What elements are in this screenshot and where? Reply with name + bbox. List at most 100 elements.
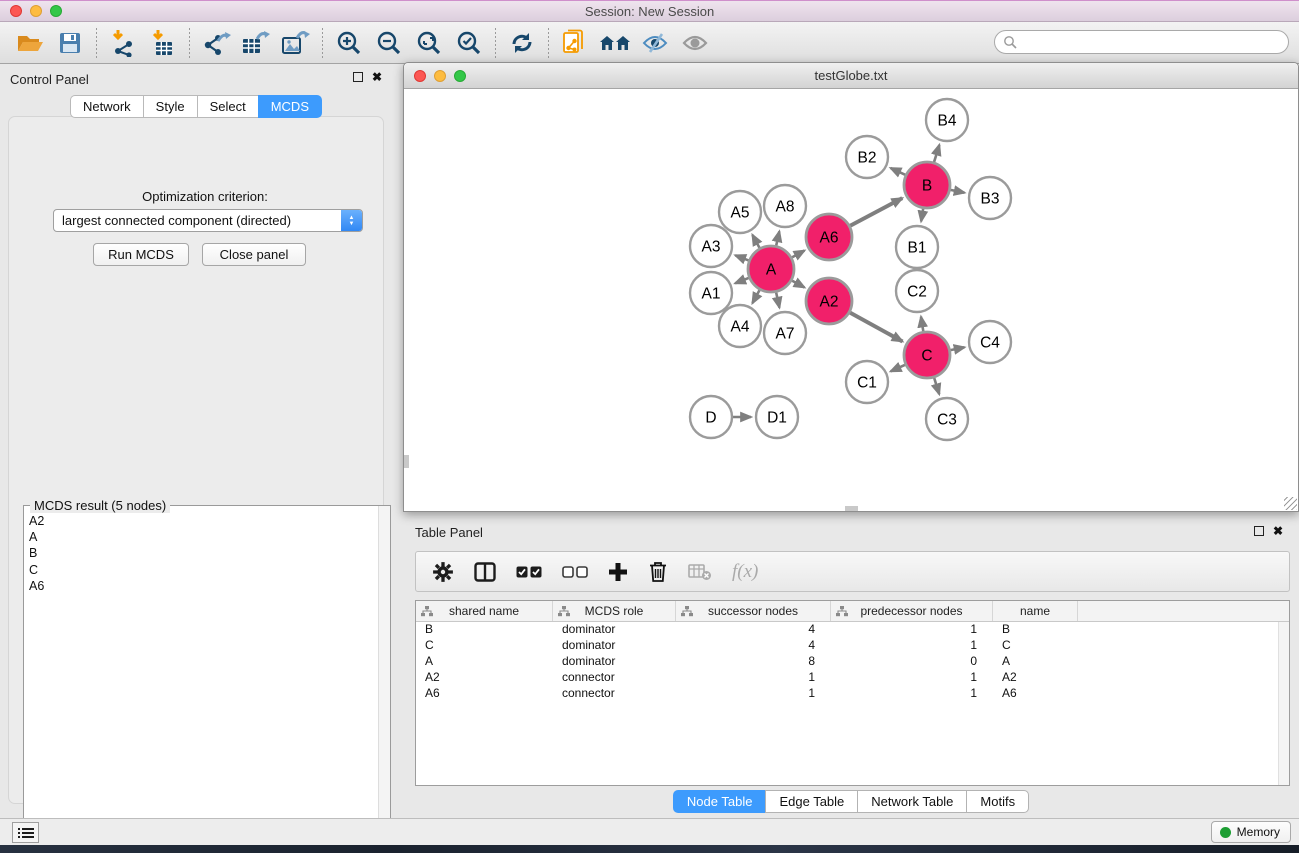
network-minimize-button[interactable]: [434, 70, 446, 82]
add-column-icon: [608, 562, 628, 582]
node-B[interactable]: B: [904, 162, 950, 208]
svg-text:A2: A2: [820, 294, 839, 311]
memory-button[interactable]: Memory: [1211, 821, 1291, 843]
zoom-out-button[interactable]: [369, 26, 409, 60]
zoom-in-button[interactable]: [329, 26, 369, 60]
table-row[interactable]: A2connector11A2: [416, 670, 1289, 686]
table-scrollbar[interactable]: [1278, 622, 1289, 785]
unselect-all-button[interactable]: [562, 557, 588, 587]
zoom-fit-button[interactable]: [409, 26, 449, 60]
tab-network[interactable]: Network: [70, 95, 143, 118]
zoom-selected-button[interactable]: [449, 26, 489, 60]
close-panel-icon[interactable]: ✖: [372, 72, 382, 82]
desktop-background: [0, 845, 1299, 853]
node-B1[interactable]: B1: [896, 226, 938, 268]
column-header-mcds-role[interactable]: MCDS role: [553, 601, 676, 621]
search-field[interactable]: [994, 30, 1289, 54]
criterion-dropdown[interactable]: largest connected component (directed) ▲…: [53, 209, 363, 232]
zoom-window-button[interactable]: [50, 5, 62, 17]
tab-motifs[interactable]: Motifs: [966, 790, 1029, 813]
table-row[interactable]: Bdominator41B: [416, 622, 1289, 638]
node-C3[interactable]: C3: [926, 398, 968, 440]
result-item: C: [29, 562, 378, 578]
node-D1[interactable]: D1: [756, 396, 798, 438]
node-C2[interactable]: C2: [896, 270, 938, 312]
export-network-button[interactable]: [196, 26, 236, 60]
tab-node-table[interactable]: Node Table: [673, 790, 766, 813]
node-D[interactable]: D: [690, 396, 732, 438]
table-row[interactable]: Adominator80A: [416, 654, 1289, 670]
tab-select[interactable]: Select: [197, 95, 258, 118]
tab-network-table[interactable]: Network Table: [857, 790, 966, 813]
node-A7[interactable]: A7: [764, 312, 806, 354]
show-details-button[interactable]: [675, 26, 715, 60]
close-panel-button[interactable]: Close panel: [202, 243, 306, 266]
tab-style[interactable]: Style: [143, 95, 197, 118]
open-session-button[interactable]: [10, 26, 50, 60]
destroy-table-button[interactable]: [688, 557, 712, 587]
close-table-panel-icon[interactable]: ✖: [1273, 526, 1283, 536]
delete-column-button[interactable]: [648, 557, 668, 587]
svg-text:D: D: [705, 410, 716, 427]
result-item: A6: [29, 578, 378, 594]
export-table-button[interactable]: [236, 26, 276, 60]
column-header-predecessor-nodes[interactable]: predecessor nodes: [831, 601, 993, 621]
tab-edge-table[interactable]: Edge Table: [765, 790, 857, 813]
home-layout-button[interactable]: [595, 26, 635, 60]
node-A1[interactable]: A1: [690, 272, 732, 314]
node-C[interactable]: C: [904, 332, 950, 378]
window-resize-grip[interactable]: [1284, 497, 1297, 510]
node-A4[interactable]: A4: [719, 305, 761, 347]
column-header-filler: [1078, 601, 1289, 621]
table-settings-button[interactable]: [432, 557, 454, 587]
node-A5[interactable]: A5: [719, 191, 761, 233]
float-panel-icon[interactable]: [353, 72, 363, 82]
network-canvas[interactable]: B4 B2 B B3 A5A8A6 A3 B1 A A1 C2 A2 A4A7 C4 C C1 D D1 C3: [404, 89, 1298, 511]
task-list-icon: [18, 827, 34, 839]
node-A3[interactable]: A3: [690, 225, 732, 267]
column-header-shared-name[interactable]: shared name: [416, 601, 553, 621]
svg-text:B4: B4: [938, 113, 957, 130]
node-A6[interactable]: A6: [806, 214, 852, 260]
network-from-file-button[interactable]: [555, 26, 595, 60]
import-network-button[interactable]: [103, 26, 143, 60]
network-from-file-icon: [562, 29, 588, 57]
save-session-button[interactable]: [50, 26, 90, 60]
float-table-panel-icon[interactable]: [1254, 526, 1264, 536]
column-header-name[interactable]: name: [993, 601, 1078, 621]
select-all-button[interactable]: [516, 557, 542, 587]
result-scrollbar[interactable]: [378, 506, 390, 850]
node-B2[interactable]: B2: [846, 136, 888, 178]
hide-details-button[interactable]: [635, 26, 675, 60]
column-panel-button[interactable]: [474, 557, 496, 587]
network-zoom-button[interactable]: [454, 70, 466, 82]
table-cell: connector: [553, 686, 676, 702]
table-row[interactable]: A6connector11A6: [416, 686, 1289, 702]
node-C4[interactable]: C4: [969, 321, 1011, 363]
tab-mcds[interactable]: MCDS: [258, 95, 322, 118]
function-builder-button[interactable]: f(x): [732, 557, 758, 587]
add-column-button[interactable]: [608, 557, 628, 587]
import-table-button[interactable]: [143, 26, 183, 60]
node-A[interactable]: A: [748, 246, 794, 292]
table-row[interactable]: Cdominator41C: [416, 638, 1289, 654]
close-window-button[interactable]: [10, 5, 22, 17]
edge-C-C4: [951, 347, 965, 350]
node-B4[interactable]: B4: [926, 99, 968, 141]
node-A8[interactable]: A8: [764, 185, 806, 227]
minimize-window-button[interactable]: [30, 5, 42, 17]
node-B3[interactable]: B3: [969, 177, 1011, 219]
node-C1[interactable]: C1: [846, 361, 888, 403]
run-mcds-button[interactable]: Run MCDS: [93, 243, 189, 266]
status-bar: Memory: [0, 818, 1299, 845]
task-history-button[interactable]: [12, 822, 39, 843]
search-input[interactable]: [1017, 32, 1288, 52]
main-toolbar: [0, 22, 1299, 64]
network-close-button[interactable]: [414, 70, 426, 82]
export-image-button[interactable]: [276, 26, 316, 60]
edge-B-B3: [951, 190, 965, 193]
column-header-successor-nodes[interactable]: successor nodes: [676, 601, 831, 621]
svg-text:B1: B1: [908, 240, 927, 257]
node-A2[interactable]: A2: [806, 278, 852, 324]
refresh-button[interactable]: [502, 26, 542, 60]
